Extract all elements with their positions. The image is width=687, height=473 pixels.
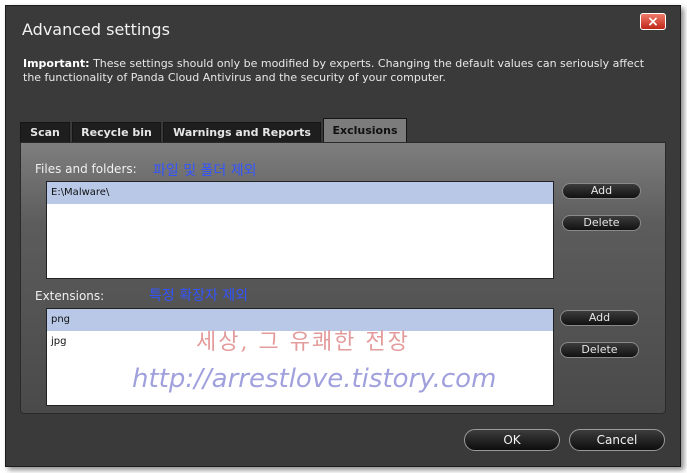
files-and-folders-label: Files and folders: xyxy=(35,162,137,176)
notice-bold: Important: xyxy=(23,57,90,70)
extensions-annotation: 특정 확장자 제외 xyxy=(149,288,249,304)
files-annotation: 파일 및 폴더 제외 xyxy=(153,163,257,179)
notice-text: These settings should only be modified b… xyxy=(23,57,645,84)
watermark-title: 세상, 그 유쾌한 전장 xyxy=(196,330,410,355)
extensions-add-button[interactable]: Add xyxy=(560,310,639,326)
tab-scan[interactable]: Scan xyxy=(20,122,70,142)
list-item[interactable]: E:\Malware\ xyxy=(47,182,553,204)
close-icon: × xyxy=(647,14,659,30)
window-title: Advanced settings xyxy=(22,20,170,39)
files-list[interactable]: E:\Malware\ xyxy=(46,181,554,279)
tab-exclusions[interactable]: Exclusions xyxy=(323,118,407,142)
files-delete-button[interactable]: Delete xyxy=(562,215,641,231)
advanced-settings-window: Advanced settings × Important: These set… xyxy=(5,5,681,467)
extensions-label: Extensions: xyxy=(35,289,105,303)
close-button[interactable]: × xyxy=(640,13,666,30)
watermark-url: http://arrestlove.tistory.com xyxy=(132,364,497,394)
tab-warnings-and-reports[interactable]: Warnings and Reports xyxy=(163,122,321,142)
extensions-delete-button[interactable]: Delete xyxy=(560,342,639,358)
cancel-button[interactable]: Cancel xyxy=(569,429,665,451)
ok-button[interactable]: OK xyxy=(464,429,560,451)
files-add-button[interactable]: Add xyxy=(562,183,641,199)
important-notice: Important: These settings should only be… xyxy=(23,57,663,85)
tab-recycle-bin[interactable]: Recycle bin xyxy=(72,122,161,142)
